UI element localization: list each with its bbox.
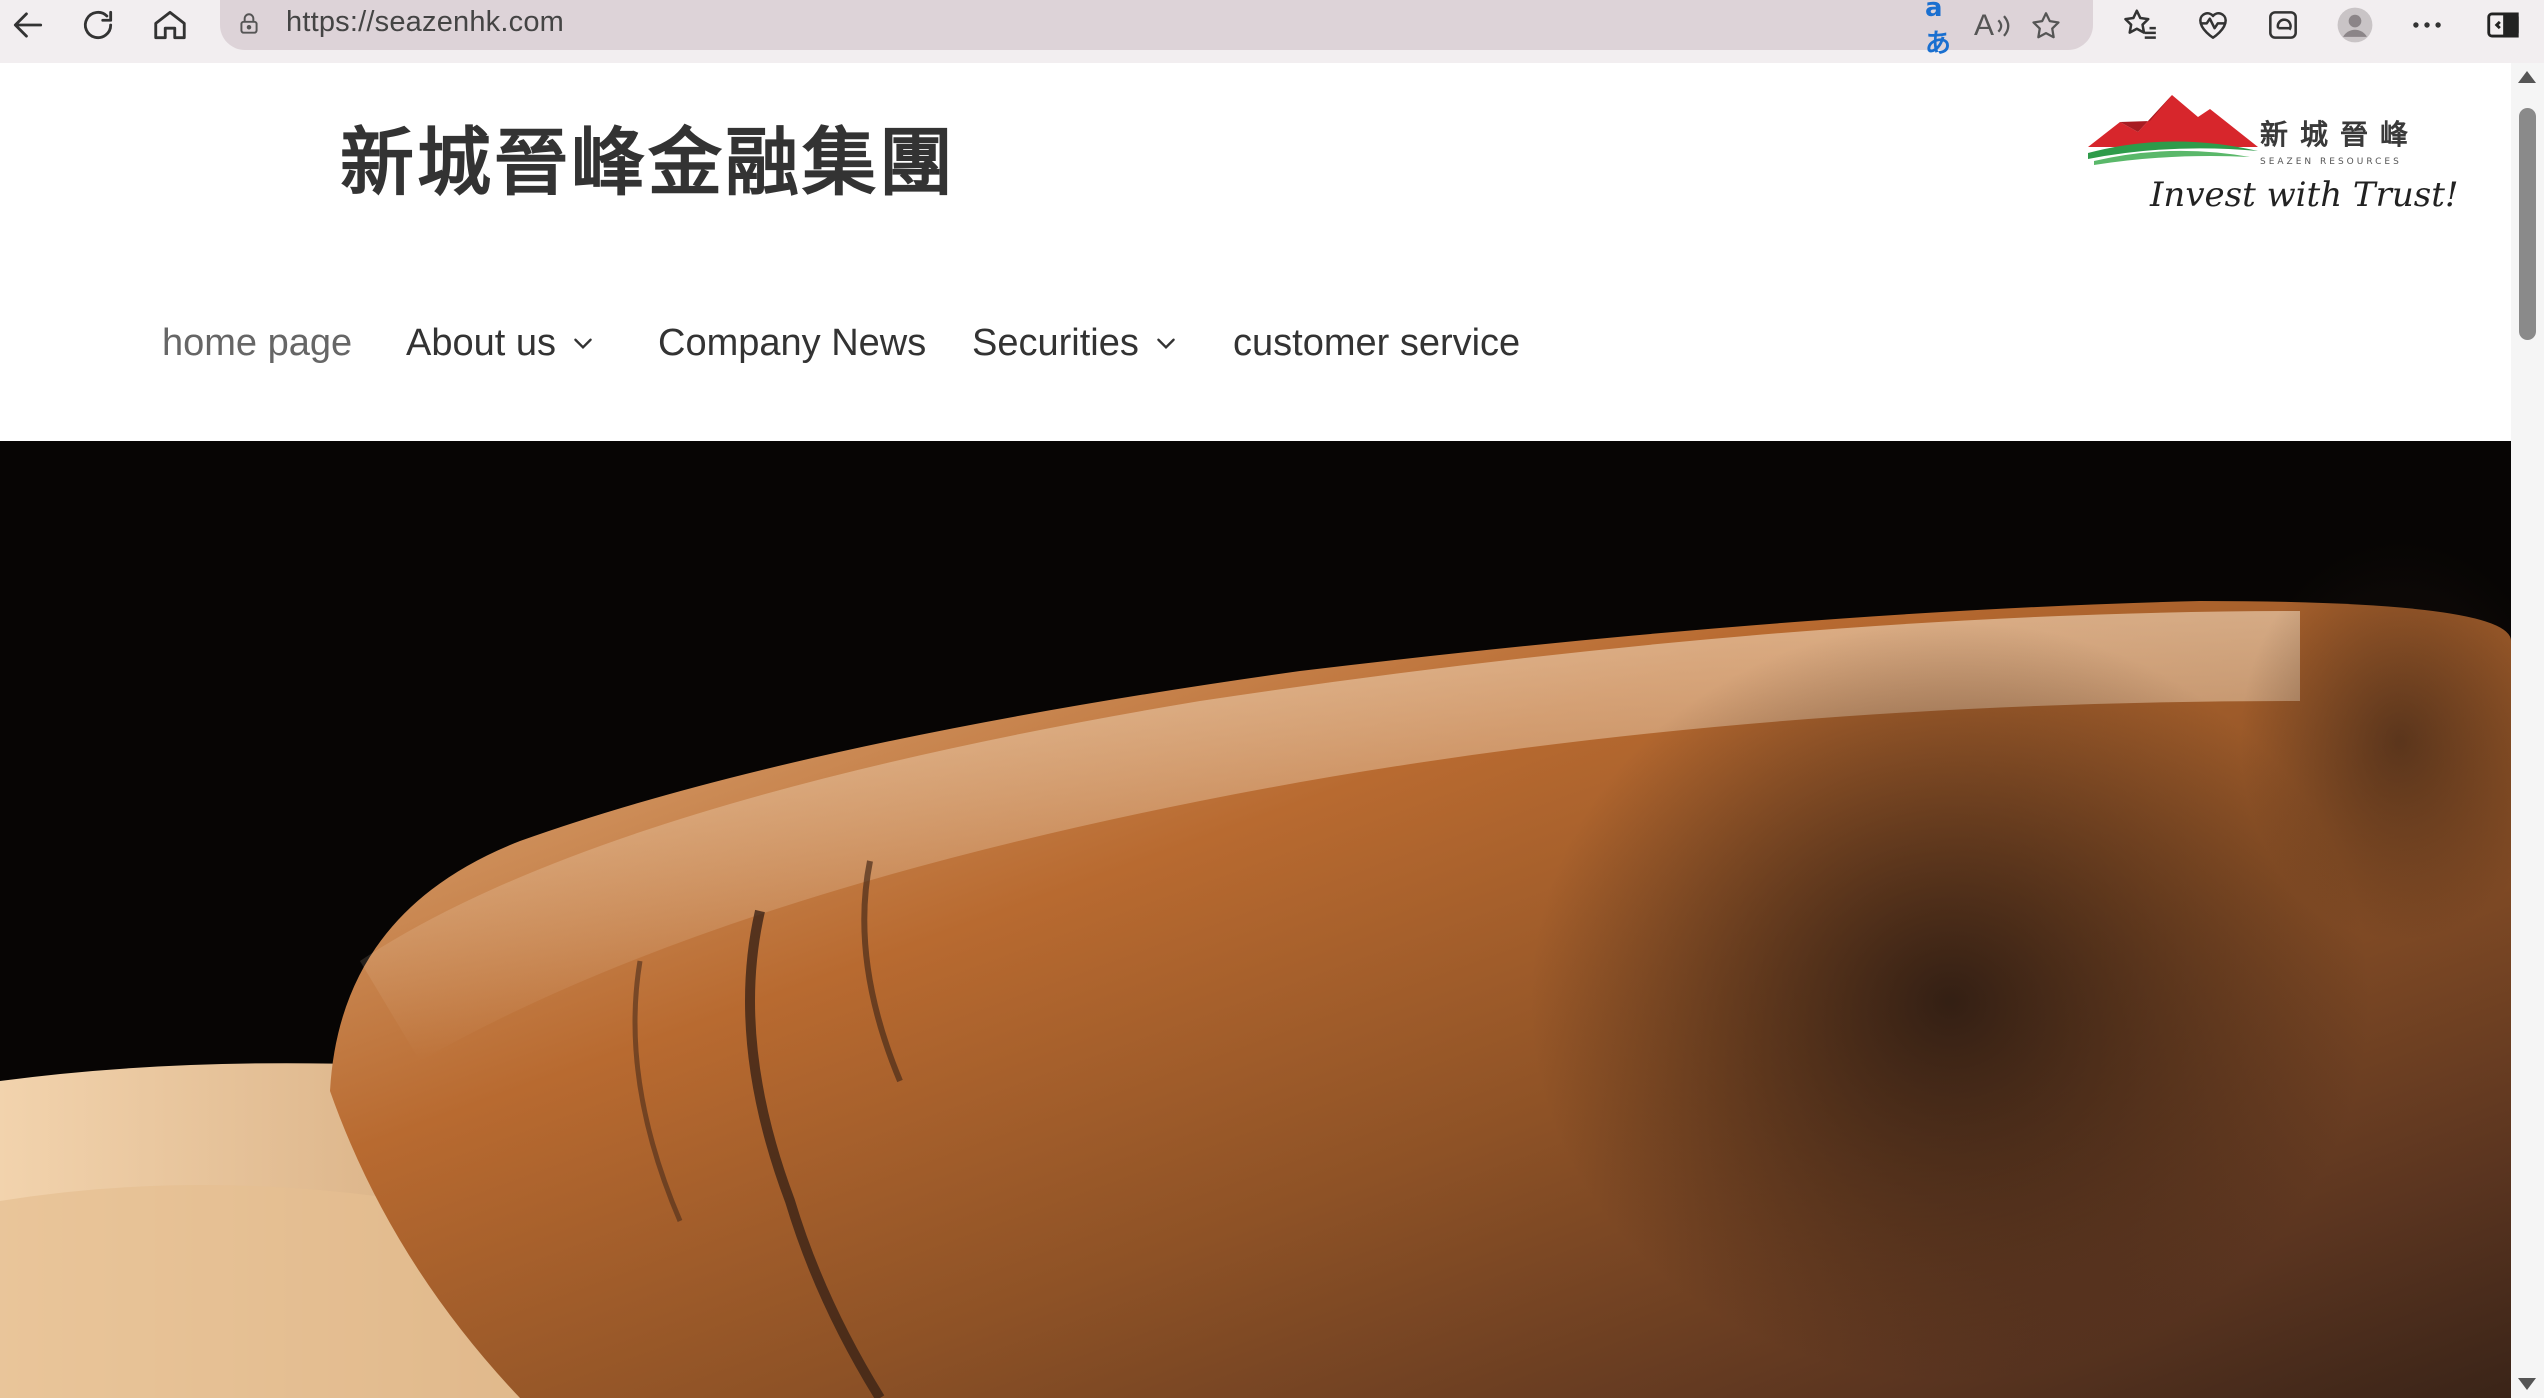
read-aloud-glyph: A [1974, 9, 1995, 42]
mountain-logo-icon [2088, 95, 2258, 165]
back-arrow-icon[interactable] [2, 0, 54, 50]
scroll-down-arrow-icon[interactable] [2518, 1378, 2536, 1390]
nav-item-label: Company News [658, 321, 927, 364]
company-logo[interactable]: 新城晉峰 SEAZEN RESOURCES Invest with Trust! [2080, 77, 2459, 227]
web-page: 新城晉峰金融集團 新城晉峰 SEAZEN RESOURCES Invest wi… [0, 63, 2511, 1398]
profile-avatar-icon[interactable] [2328, 2, 2382, 48]
nav-item-label: home page [162, 321, 353, 364]
address-bar[interactable]: https://seazenhk.com aあ A [220, 0, 2093, 59]
chevron-down-icon [1153, 330, 1179, 356]
nav-item-label: Securities [972, 321, 1139, 364]
refresh-icon[interactable] [72, 0, 124, 50]
nav-item-about-us[interactable]: About us [406, 313, 596, 373]
translate-glyph: aあ [1925, 0, 1952, 59]
logo-slogan: Invest with Trust! [2150, 175, 2459, 215]
nav-item-customer-service[interactable]: customer service [1233, 313, 1520, 373]
logo-chinese-text: 新城晉峰 [2260, 118, 2421, 151]
translate-icon[interactable]: aあ [1925, 0, 1965, 59]
sidebar-toggle-icon[interactable] [2476, 2, 2530, 48]
nav-item-label: About us [406, 321, 556, 364]
favorites-icon[interactable] [2113, 2, 2167, 48]
edge-collections-icon[interactable] [2256, 2, 2310, 48]
more-options-icon[interactable] [2400, 2, 2454, 48]
nav-item-label: customer service [1233, 321, 1521, 364]
read-aloud-icon[interactable]: A [1974, 6, 2014, 46]
url-text[interactable]: https://seazenhk.com [286, 6, 564, 39]
lock-icon[interactable] [234, 9, 264, 39]
hero-image-illustration [0, 441, 2511, 1398]
scrollbar-thumb[interactable] [2519, 108, 2536, 340]
nav-item-company-news[interactable]: Company News [658, 313, 926, 373]
chevron-down-icon [570, 330, 596, 356]
scroll-up-arrow-icon[interactable] [2518, 71, 2536, 83]
browser-essentials-icon[interactable] [2186, 2, 2240, 48]
hero-banner-image [0, 441, 2511, 1398]
logo-english-text: SEAZEN RESOURCES [2260, 157, 2402, 167]
site-title[interactable]: 新城晉峰金融集團 [340, 103, 956, 210]
nav-item-home-page[interactable]: home page [162, 313, 352, 373]
nav-item-securities[interactable]: Securities [972, 313, 1179, 373]
browser-toolbar: https://seazenhk.com aあ A [0, 0, 2544, 63]
star-icon[interactable] [2026, 6, 2066, 46]
page-scrollbar[interactable] [2511, 63, 2544, 1398]
home-icon[interactable] [144, 0, 196, 50]
